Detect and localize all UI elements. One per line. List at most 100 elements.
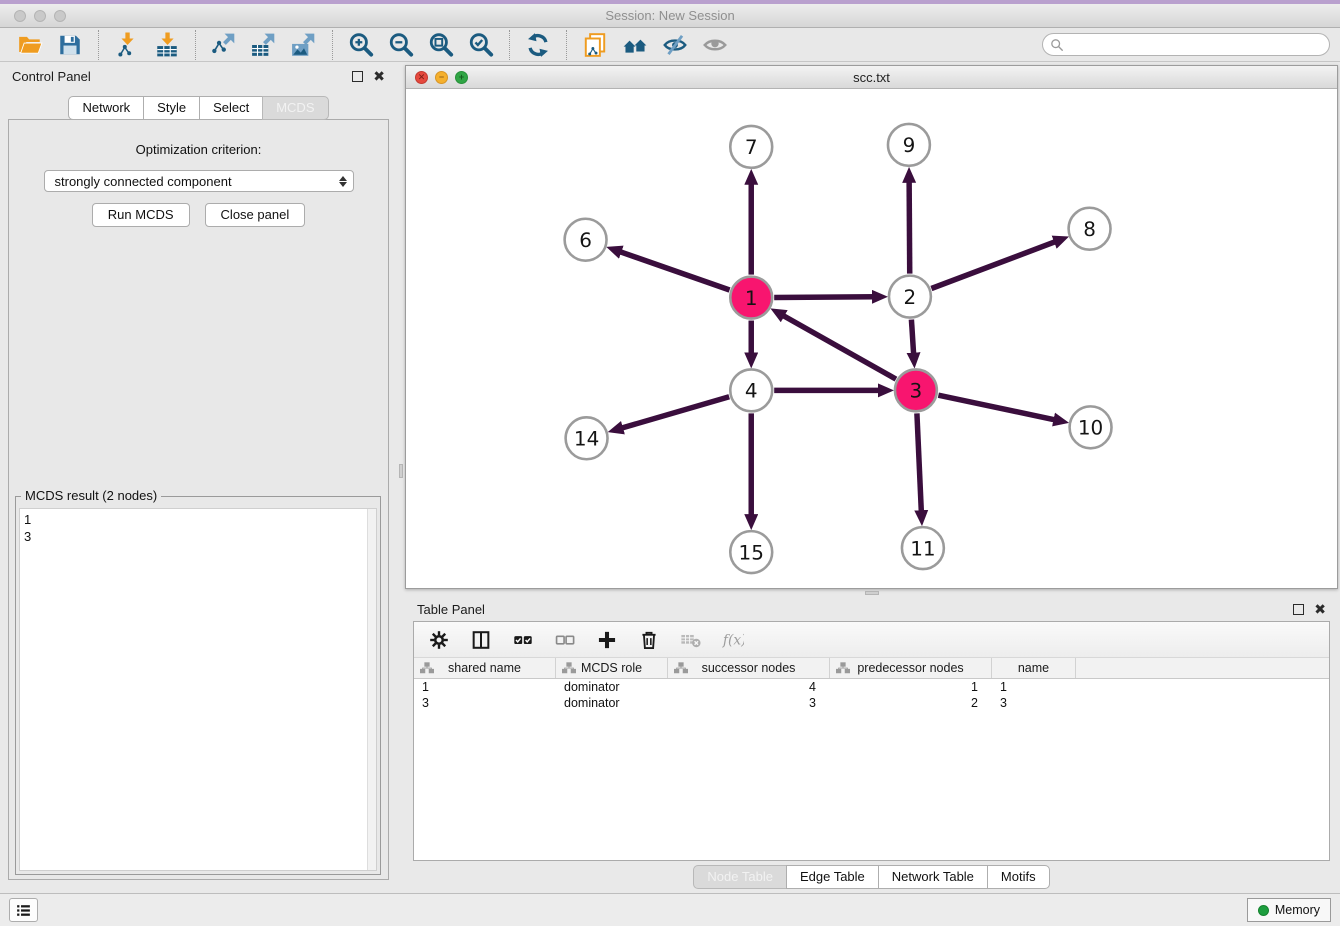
- cell-MCDS-role[interactable]: dominator: [556, 679, 668, 695]
- search-field[interactable]: [1042, 33, 1330, 56]
- graph-node-3[interactable]: 3: [895, 369, 937, 411]
- cell-predecessor-nodes[interactable]: 2: [830, 695, 992, 711]
- mcds-result-title: MCDS result (2 nodes): [21, 488, 161, 503]
- graph-edge-3-11[interactable]: [917, 413, 921, 513]
- apply-layout-button[interactable]: [518, 30, 558, 60]
- table-row[interactable]: 3dominator323: [414, 695, 1329, 711]
- status-bar: Memory: [0, 893, 1340, 926]
- cell-successor-nodes[interactable]: 3: [668, 695, 830, 711]
- birds-eye-view-button[interactable]: [695, 30, 735, 60]
- graph-node-14[interactable]: 14: [566, 417, 608, 459]
- mcds-result-list[interactable]: 13: [19, 508, 377, 871]
- table-tabs: Node TableEdge TableNetwork TableMotifs: [405, 861, 1338, 893]
- graph-node-1[interactable]: 1: [730, 277, 772, 319]
- zoom-fit-button[interactable]: [421, 30, 461, 60]
- task-history-button[interactable]: [9, 898, 38, 922]
- open-session-button[interactable]: [10, 30, 50, 60]
- zoom-out-button[interactable]: [381, 30, 421, 60]
- search-input[interactable]: [1064, 38, 1325, 52]
- tab-node-table[interactable]: Node Table: [693, 865, 787, 889]
- graph-node-7[interactable]: 7: [730, 126, 772, 168]
- graph-edge-3-1[interactable]: [782, 315, 896, 379]
- control-panel-tabs: NetworkStyleSelectMCDS: [0, 96, 397, 120]
- cell-name[interactable]: 1: [992, 679, 1076, 695]
- graph-edge-3-10[interactable]: [938, 395, 1056, 420]
- cell-shared-name[interactable]: 1: [414, 679, 556, 695]
- graph-node-11[interactable]: 11: [902, 527, 944, 569]
- table-rows: 1dominator4113dominator323: [414, 679, 1329, 860]
- horizontal-splitter[interactable]: [405, 589, 1338, 597]
- import-table-button[interactable]: [147, 30, 187, 60]
- table-row[interactable]: 1dominator411: [414, 679, 1329, 695]
- close-panel-button[interactable]: Close panel: [205, 203, 306, 227]
- graph-edge-2-8[interactable]: [931, 241, 1057, 288]
- tab-motifs[interactable]: Motifs: [987, 865, 1050, 889]
- float-panel-icon[interactable]: [352, 71, 363, 82]
- memory-button[interactable]: Memory: [1247, 898, 1331, 922]
- vertical-splitter[interactable]: [397, 62, 405, 893]
- graph-node-8[interactable]: 8: [1069, 208, 1111, 250]
- column-header-successor-nodes[interactable]: successor nodes: [668, 658, 830, 678]
- graph-edge-1-2[interactable]: [774, 297, 875, 298]
- tab-mcds[interactable]: MCDS: [262, 96, 328, 120]
- tab-select[interactable]: Select: [199, 96, 263, 120]
- deselect-all-columns-button[interactable]: [552, 627, 578, 653]
- export-table-button[interactable]: [244, 30, 284, 60]
- tab-network[interactable]: Network: [68, 96, 144, 120]
- graph-node-10[interactable]: 10: [1070, 406, 1112, 448]
- tab-style[interactable]: Style: [143, 96, 200, 120]
- tab-network-table[interactable]: Network Table: [878, 865, 988, 889]
- show-columns-button[interactable]: [468, 627, 494, 653]
- graph-node-9[interactable]: 9: [888, 124, 930, 166]
- table-panel: Table Panel ✖ f(x) shared nameMCDS roles…: [405, 597, 1338, 893]
- zoom-selected-button[interactable]: [461, 30, 501, 60]
- import-network-button[interactable]: [107, 30, 147, 60]
- save-session-button[interactable]: [50, 30, 90, 60]
- tab-edge-table[interactable]: Edge Table: [786, 865, 879, 889]
- toolbar-button-groups: [10, 30, 735, 60]
- add-column-button[interactable]: [594, 627, 620, 653]
- export-image-button[interactable]: [284, 30, 324, 60]
- select-all-columns-button[interactable]: [510, 627, 536, 653]
- birds-eye-view-icon: [702, 32, 728, 58]
- combo-stepper-icon: [339, 176, 347, 187]
- graph-edge-2-3[interactable]: [911, 320, 913, 356]
- graph-node-15[interactable]: 15: [730, 531, 772, 573]
- clone-network-button[interactable]: [575, 30, 615, 60]
- close-panel-icon[interactable]: ✖: [373, 71, 385, 82]
- table-settings-button[interactable]: [426, 627, 452, 653]
- hide-panels-button[interactable]: [655, 30, 695, 60]
- graph-edge-2-9[interactable]: [909, 180, 910, 274]
- column-header-predecessor-nodes[interactable]: predecessor nodes: [830, 658, 992, 678]
- network-window-titlebar[interactable]: ✕ − + scc.txt: [406, 66, 1337, 89]
- graph-node-4[interactable]: 4: [730, 369, 772, 411]
- cell-predecessor-nodes[interactable]: 1: [830, 679, 992, 695]
- graph-node-6[interactable]: 6: [565, 219, 607, 261]
- import-table-icon: [154, 32, 180, 58]
- optimization-criterion-select[interactable]: strongly connected component: [44, 170, 354, 192]
- window-titlebar[interactable]: Session: New Session: [0, 4, 1340, 28]
- run-mcds-button[interactable]: Run MCDS: [92, 203, 190, 227]
- attribute-tree-icon: [420, 662, 434, 674]
- delete-column-button[interactable]: [636, 627, 662, 653]
- column-header-name[interactable]: name: [992, 658, 1076, 678]
- main-toolbar: [0, 28, 1340, 62]
- float-table-panel-icon[interactable]: [1293, 604, 1304, 615]
- cell-shared-name[interactable]: 3: [414, 695, 556, 711]
- graph-edge-1-6[interactable]: [619, 251, 730, 290]
- toolbar-separator: [332, 30, 333, 60]
- column-header-MCDS-role[interactable]: MCDS role: [556, 658, 668, 678]
- network-canvas[interactable]: 1 2 3 4 6 7 8 9 10 11 14 15: [406, 89, 1337, 588]
- zoom-in-button[interactable]: [341, 30, 381, 60]
- column-header-shared-name[interactable]: shared name: [414, 658, 556, 678]
- close-table-panel-icon[interactable]: ✖: [1314, 604, 1326, 615]
- graph-edge-4-14[interactable]: [620, 397, 729, 429]
- graph-node-2[interactable]: 2: [889, 276, 931, 318]
- cell-MCDS-role[interactable]: dominator: [556, 695, 668, 711]
- export-network-button[interactable]: [204, 30, 244, 60]
- cell-name[interactable]: 3: [992, 695, 1076, 711]
- delete-table-icon: [680, 629, 702, 651]
- first-neighbors-button[interactable]: [615, 30, 655, 60]
- cell-successor-nodes[interactable]: 4: [668, 679, 830, 695]
- result-scrollbar[interactable]: [367, 509, 376, 870]
